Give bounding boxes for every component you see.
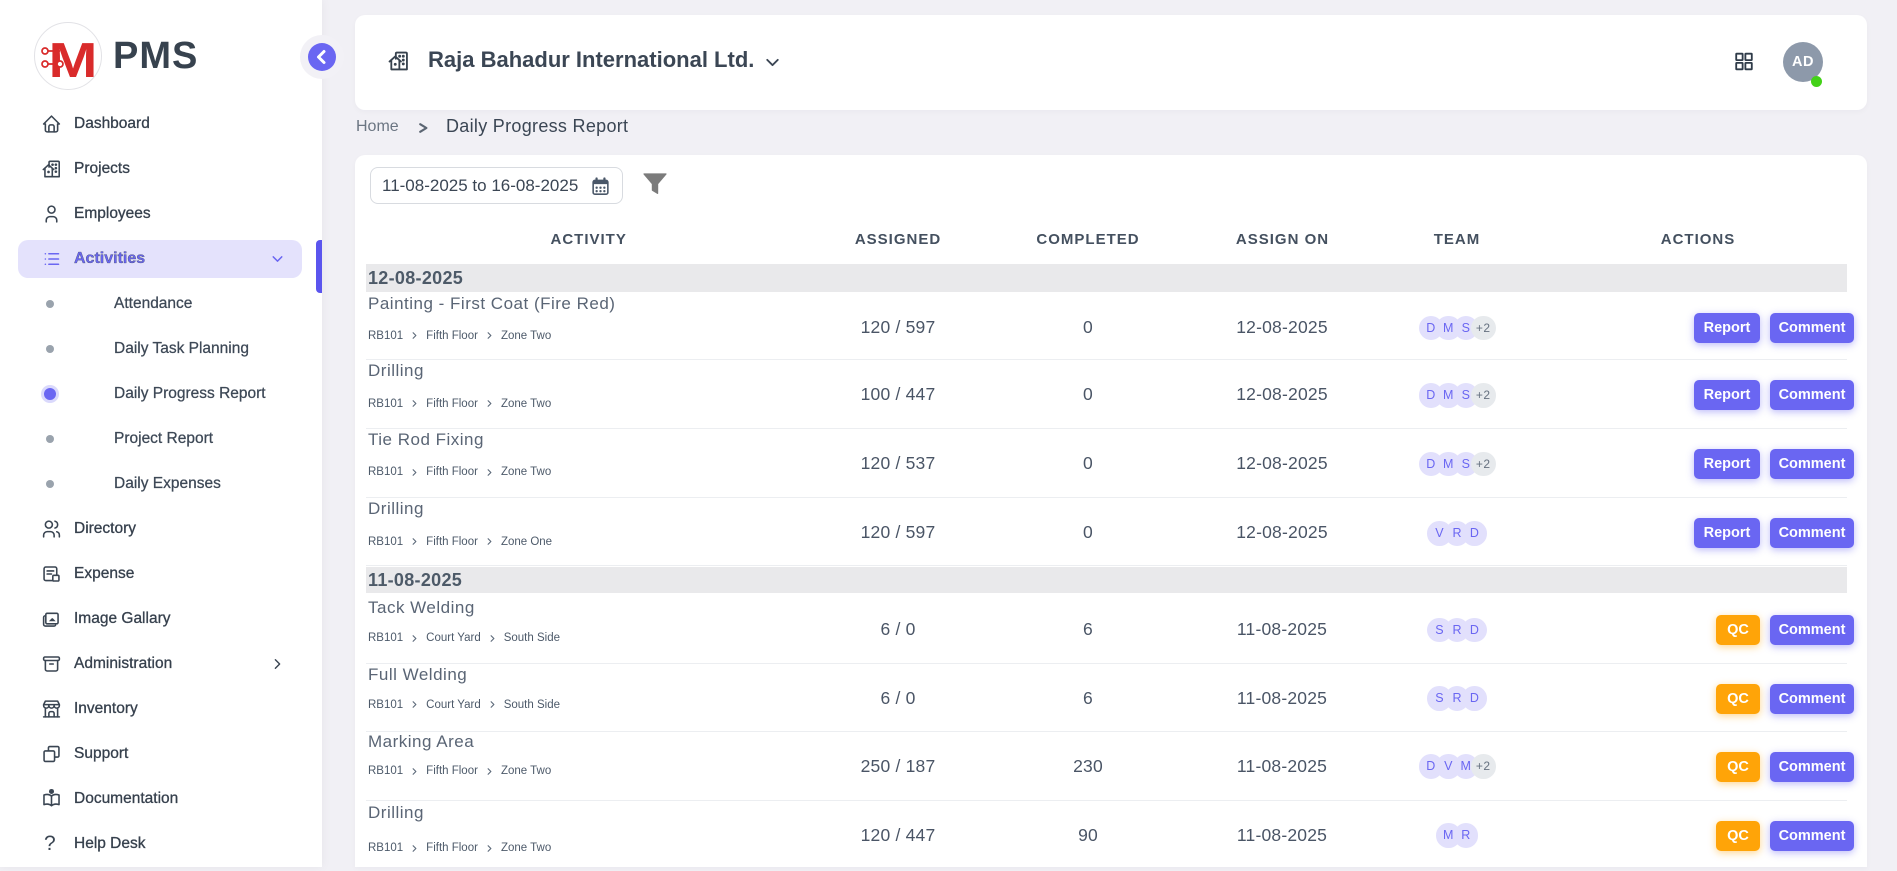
svg-text:M: M: [49, 34, 98, 88]
